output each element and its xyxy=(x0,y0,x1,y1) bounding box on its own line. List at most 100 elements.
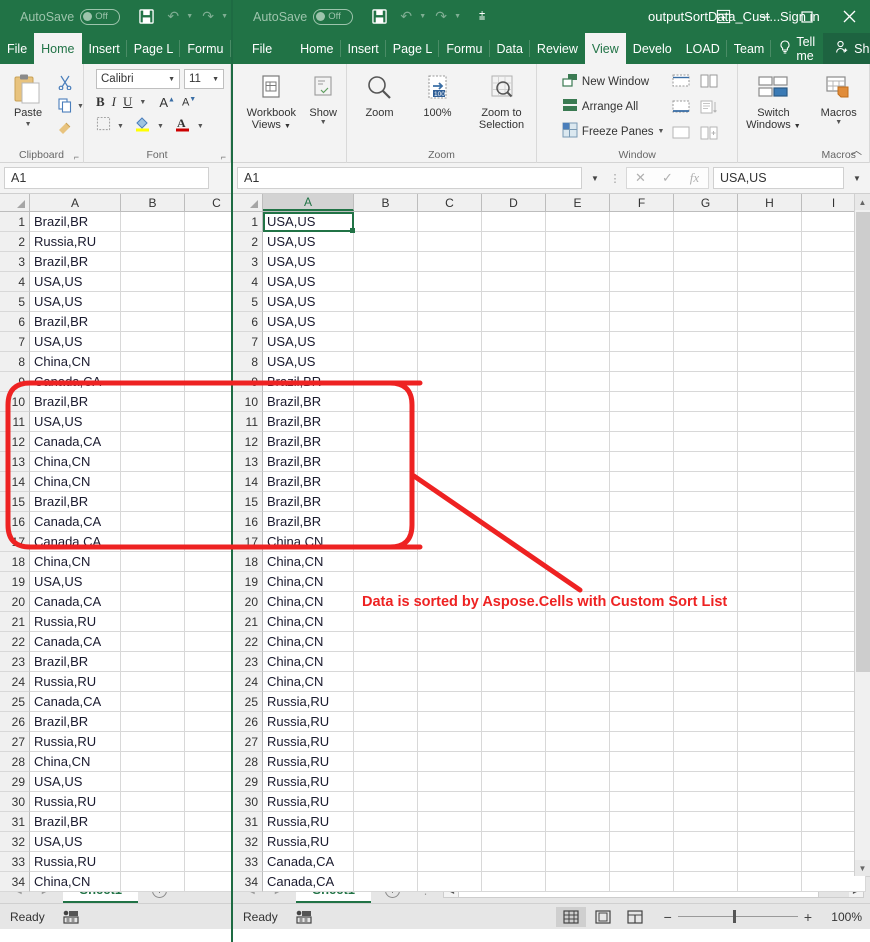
row-header[interactable]: 26 xyxy=(233,712,263,732)
cell-H22[interactable] xyxy=(738,632,802,652)
row-header[interactable]: 18 xyxy=(0,552,30,572)
cell-C26[interactable] xyxy=(185,712,231,732)
cell-G7[interactable] xyxy=(674,332,738,352)
cell-G12[interactable] xyxy=(674,432,738,452)
tab-team[interactable]: Team xyxy=(727,33,772,64)
restore-ribbon-icon[interactable] xyxy=(702,0,744,33)
column-header-b[interactable]: B xyxy=(121,194,185,211)
row-header[interactable]: 21 xyxy=(233,612,263,632)
cell-D18[interactable] xyxy=(482,552,546,572)
zoom-to-selection-button[interactable]: Zoom toSelection xyxy=(467,68,537,131)
cell-a12[interactable]: Canada,CA xyxy=(30,432,121,452)
paste-button[interactable]: Paste ▼ xyxy=(0,68,57,128)
cell-B9[interactable] xyxy=(354,372,418,392)
cell-B4[interactable] xyxy=(354,272,418,292)
cell-E26[interactable] xyxy=(546,712,610,732)
cell-a29[interactable]: USA,US xyxy=(30,772,121,792)
cell-G22[interactable] xyxy=(674,632,738,652)
cell-a14[interactable]: Brazil,BR xyxy=(263,472,354,492)
cell-G26[interactable] xyxy=(674,712,738,732)
cell-G23[interactable] xyxy=(674,652,738,672)
row-header[interactable]: 16 xyxy=(233,512,263,532)
cell-C19[interactable] xyxy=(418,572,482,592)
cell-D25[interactable] xyxy=(482,692,546,712)
cell-B10[interactable] xyxy=(354,392,418,412)
cell-D19[interactable] xyxy=(482,572,546,592)
cell-C29[interactable] xyxy=(418,772,482,792)
cell-C10[interactable] xyxy=(418,392,482,412)
cell-C13[interactable] xyxy=(418,452,482,472)
cell-C29[interactable] xyxy=(185,772,231,792)
customize-qat-icon[interactable]: ⩲ xyxy=(470,6,494,28)
cell-G1[interactable] xyxy=(674,212,738,232)
cell-G10[interactable] xyxy=(674,392,738,412)
cell-D34[interactable] xyxy=(482,872,546,892)
redo-chevron-down-icon[interactable]: ▼ xyxy=(221,13,228,20)
cell-E33[interactable] xyxy=(546,852,610,872)
cell-F25[interactable] xyxy=(610,692,674,712)
cell-a15[interactable]: Brazil,BR xyxy=(263,492,354,512)
cell-B26[interactable] xyxy=(354,712,418,732)
zoom-in-icon[interactable]: + xyxy=(804,909,812,925)
cell-F5[interactable] xyxy=(610,292,674,312)
cell-E32[interactable] xyxy=(546,832,610,852)
cell-a9[interactable]: Canada,CA xyxy=(30,372,121,392)
cell-B7[interactable] xyxy=(354,332,418,352)
row-header[interactable]: 3 xyxy=(233,252,263,272)
row-header[interactable]: 4 xyxy=(233,272,263,292)
cell-B8[interactable] xyxy=(354,352,418,372)
cell-D21[interactable] xyxy=(482,612,546,632)
cell-G17[interactable] xyxy=(674,532,738,552)
cell-F1[interactable] xyxy=(610,212,674,232)
cell-F3[interactable] xyxy=(610,252,674,272)
row-header[interactable]: 22 xyxy=(233,632,263,652)
tell-me-search[interactable]: Tell me xyxy=(771,33,823,64)
cell-H31[interactable] xyxy=(738,812,802,832)
tab-formulas[interactable]: Formu xyxy=(180,33,230,64)
cell-B21[interactable] xyxy=(354,612,418,632)
cell-a3[interactable]: USA,US xyxy=(263,252,354,272)
row-header[interactable]: 23 xyxy=(0,652,30,672)
cell-a15[interactable]: Brazil,BR xyxy=(30,492,121,512)
cell-B20[interactable] xyxy=(121,592,185,612)
save-icon[interactable] xyxy=(134,6,158,28)
cell-E3[interactable] xyxy=(546,252,610,272)
cell-G3[interactable] xyxy=(674,252,738,272)
cell-B18[interactable] xyxy=(354,552,418,572)
redo-icon[interactable]: ↷ xyxy=(429,6,453,28)
cell-H21[interactable] xyxy=(738,612,802,632)
cell-E7[interactable] xyxy=(546,332,610,352)
cell-a13[interactable]: Brazil,BR xyxy=(263,452,354,472)
cell-B22[interactable] xyxy=(121,632,185,652)
cell-H34[interactable] xyxy=(738,872,802,892)
cell-B19[interactable] xyxy=(121,572,185,592)
cell-D8[interactable] xyxy=(482,352,546,372)
cell-C33[interactable] xyxy=(418,852,482,872)
cell-a14[interactable]: China,CN xyxy=(30,472,121,492)
zoom-slider[interactable]: − + 100% xyxy=(664,909,870,925)
cell-E19[interactable] xyxy=(546,572,610,592)
cell-G19[interactable] xyxy=(674,572,738,592)
cell-C15[interactable] xyxy=(418,492,482,512)
cell-B16[interactable] xyxy=(121,512,185,532)
cell-B26[interactable] xyxy=(121,712,185,732)
cell-B2[interactable] xyxy=(121,232,185,252)
cell-C30[interactable] xyxy=(185,792,231,812)
cell-C7[interactable] xyxy=(185,332,231,352)
cell-a2[interactable]: Russia,RU xyxy=(30,232,121,252)
row-header[interactable]: 28 xyxy=(0,752,30,772)
cell-F11[interactable] xyxy=(610,412,674,432)
cell-E30[interactable] xyxy=(546,792,610,812)
cell-G25[interactable] xyxy=(674,692,738,712)
vertical-scroll-thumb[interactable] xyxy=(856,212,870,672)
cell-C23[interactable] xyxy=(418,652,482,672)
font-name-chevron-down-icon[interactable]: ▼ xyxy=(168,76,175,83)
cell-a17[interactable]: China,CN xyxy=(263,532,354,552)
cell-a31[interactable]: Brazil,BR xyxy=(30,812,121,832)
tab-insert[interactable]: Insert xyxy=(341,33,386,64)
cell-C18[interactable] xyxy=(185,552,231,572)
tab-file[interactable]: File xyxy=(245,33,279,64)
cell-F2[interactable] xyxy=(610,232,674,252)
cell-H24[interactable] xyxy=(738,672,802,692)
cell-G2[interactable] xyxy=(674,232,738,252)
